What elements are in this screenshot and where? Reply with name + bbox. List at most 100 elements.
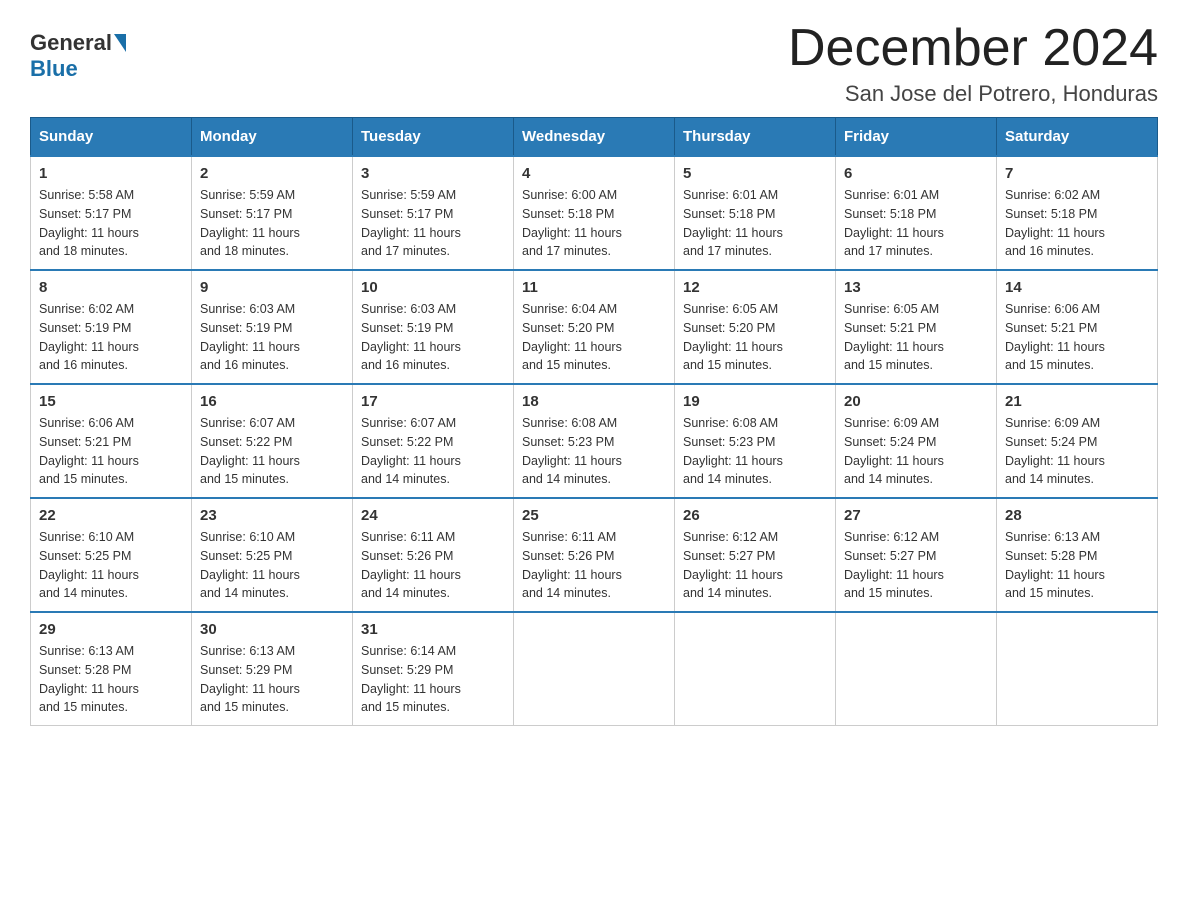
calendar-week-row: 15 Sunrise: 6:06 AMSunset: 5:21 PMDaylig…: [31, 384, 1158, 498]
table-row: 18 Sunrise: 6:08 AMSunset: 5:23 PMDaylig…: [514, 384, 675, 498]
table-row: 15 Sunrise: 6:06 AMSunset: 5:21 PMDaylig…: [31, 384, 192, 498]
day-number: 28: [1005, 507, 1149, 524]
day-number: 16: [200, 393, 344, 410]
table-row: 23 Sunrise: 6:10 AMSunset: 5:25 PMDaylig…: [192, 498, 353, 612]
day-number: 21: [1005, 393, 1149, 410]
day-number: 26: [683, 507, 827, 524]
day-info: Sunrise: 6:05 AMSunset: 5:21 PMDaylight:…: [844, 300, 988, 375]
calendar-week-row: 8 Sunrise: 6:02 AMSunset: 5:19 PMDayligh…: [31, 270, 1158, 384]
day-number: 17: [361, 393, 505, 410]
table-row: [836, 612, 997, 726]
table-row: 9 Sunrise: 6:03 AMSunset: 5:19 PMDayligh…: [192, 270, 353, 384]
calendar-week-row: 29 Sunrise: 6:13 AMSunset: 5:28 PMDaylig…: [31, 612, 1158, 726]
table-row: 7 Sunrise: 6:02 AMSunset: 5:18 PMDayligh…: [997, 156, 1158, 270]
table-row: 30 Sunrise: 6:13 AMSunset: 5:29 PMDaylig…: [192, 612, 353, 726]
day-info: Sunrise: 6:11 AMSunset: 5:26 PMDaylight:…: [522, 528, 666, 603]
day-info: Sunrise: 6:13 AMSunset: 5:29 PMDaylight:…: [200, 642, 344, 717]
table-row: 6 Sunrise: 6:01 AMSunset: 5:18 PMDayligh…: [836, 156, 997, 270]
day-info: Sunrise: 6:03 AMSunset: 5:19 PMDaylight:…: [361, 300, 505, 375]
col-saturday: Saturday: [997, 118, 1158, 157]
logo-general-text: General: [30, 30, 112, 56]
table-row: 2 Sunrise: 5:59 AMSunset: 5:17 PMDayligh…: [192, 156, 353, 270]
day-info: Sunrise: 5:59 AMSunset: 5:17 PMDaylight:…: [361, 186, 505, 261]
day-info: Sunrise: 6:14 AMSunset: 5:29 PMDaylight:…: [361, 642, 505, 717]
logo-arrow-icon: [114, 34, 126, 52]
day-number: 27: [844, 507, 988, 524]
table-row: 8 Sunrise: 6:02 AMSunset: 5:19 PMDayligh…: [31, 270, 192, 384]
table-row: 29 Sunrise: 6:13 AMSunset: 5:28 PMDaylig…: [31, 612, 192, 726]
table-row: 4 Sunrise: 6:00 AMSunset: 5:18 PMDayligh…: [514, 156, 675, 270]
day-info: Sunrise: 6:03 AMSunset: 5:19 PMDaylight:…: [200, 300, 344, 375]
col-sunday: Sunday: [31, 118, 192, 157]
table-row: 17 Sunrise: 6:07 AMSunset: 5:22 PMDaylig…: [353, 384, 514, 498]
table-row: 24 Sunrise: 6:11 AMSunset: 5:26 PMDaylig…: [353, 498, 514, 612]
day-number: 22: [39, 507, 183, 524]
day-number: 10: [361, 279, 505, 296]
day-number: 25: [522, 507, 666, 524]
day-info: Sunrise: 6:09 AMSunset: 5:24 PMDaylight:…: [844, 414, 988, 489]
table-row: [997, 612, 1158, 726]
col-friday: Friday: [836, 118, 997, 157]
day-number: 4: [522, 165, 666, 182]
day-number: 29: [39, 621, 183, 638]
day-info: Sunrise: 6:05 AMSunset: 5:20 PMDaylight:…: [683, 300, 827, 375]
logo-blue-text: Blue: [30, 56, 78, 81]
table-row: 10 Sunrise: 6:03 AMSunset: 5:19 PMDaylig…: [353, 270, 514, 384]
day-number: 15: [39, 393, 183, 410]
day-info: Sunrise: 6:01 AMSunset: 5:18 PMDaylight:…: [844, 186, 988, 261]
page-header: General Blue December 2024 San Jose del …: [30, 20, 1158, 107]
day-number: 7: [1005, 165, 1149, 182]
day-info: Sunrise: 6:12 AMSunset: 5:27 PMDaylight:…: [683, 528, 827, 603]
calendar-header-row: Sunday Monday Tuesday Wednesday Thursday…: [31, 118, 1158, 157]
table-row: 5 Sunrise: 6:01 AMSunset: 5:18 PMDayligh…: [675, 156, 836, 270]
day-number: 13: [844, 279, 988, 296]
day-info: Sunrise: 5:59 AMSunset: 5:17 PMDaylight:…: [200, 186, 344, 261]
day-number: 24: [361, 507, 505, 524]
day-number: 3: [361, 165, 505, 182]
table-row: 27 Sunrise: 6:12 AMSunset: 5:27 PMDaylig…: [836, 498, 997, 612]
table-row: [675, 612, 836, 726]
day-info: Sunrise: 6:08 AMSunset: 5:23 PMDaylight:…: [522, 414, 666, 489]
table-row: [514, 612, 675, 726]
table-row: 3 Sunrise: 5:59 AMSunset: 5:17 PMDayligh…: [353, 156, 514, 270]
day-number: 6: [844, 165, 988, 182]
col-thursday: Thursday: [675, 118, 836, 157]
day-info: Sunrise: 6:10 AMSunset: 5:25 PMDaylight:…: [39, 528, 183, 603]
month-title: December 2024: [788, 20, 1158, 77]
calendar-table: Sunday Monday Tuesday Wednesday Thursday…: [30, 117, 1158, 726]
day-info: Sunrise: 6:08 AMSunset: 5:23 PMDaylight:…: [683, 414, 827, 489]
day-info: Sunrise: 6:09 AMSunset: 5:24 PMDaylight:…: [1005, 414, 1149, 489]
day-number: 18: [522, 393, 666, 410]
table-row: 11 Sunrise: 6:04 AMSunset: 5:20 PMDaylig…: [514, 270, 675, 384]
day-number: 11: [522, 279, 666, 296]
table-row: 31 Sunrise: 6:14 AMSunset: 5:29 PMDaylig…: [353, 612, 514, 726]
day-number: 8: [39, 279, 183, 296]
col-tuesday: Tuesday: [353, 118, 514, 157]
day-number: 1: [39, 165, 183, 182]
day-number: 12: [683, 279, 827, 296]
day-number: 5: [683, 165, 827, 182]
table-row: 12 Sunrise: 6:05 AMSunset: 5:20 PMDaylig…: [675, 270, 836, 384]
day-number: 30: [200, 621, 344, 638]
day-info: Sunrise: 6:06 AMSunset: 5:21 PMDaylight:…: [39, 414, 183, 489]
table-row: 22 Sunrise: 6:10 AMSunset: 5:25 PMDaylig…: [31, 498, 192, 612]
table-row: 28 Sunrise: 6:13 AMSunset: 5:28 PMDaylig…: [997, 498, 1158, 612]
day-info: Sunrise: 6:06 AMSunset: 5:21 PMDaylight:…: [1005, 300, 1149, 375]
day-info: Sunrise: 6:07 AMSunset: 5:22 PMDaylight:…: [200, 414, 344, 489]
table-row: 21 Sunrise: 6:09 AMSunset: 5:24 PMDaylig…: [997, 384, 1158, 498]
day-info: Sunrise: 6:10 AMSunset: 5:25 PMDaylight:…: [200, 528, 344, 603]
table-row: 1 Sunrise: 5:58 AMSunset: 5:17 PMDayligh…: [31, 156, 192, 270]
day-info: Sunrise: 6:02 AMSunset: 5:18 PMDaylight:…: [1005, 186, 1149, 261]
table-row: 13 Sunrise: 6:05 AMSunset: 5:21 PMDaylig…: [836, 270, 997, 384]
day-number: 14: [1005, 279, 1149, 296]
day-number: 23: [200, 507, 344, 524]
table-row: 19 Sunrise: 6:08 AMSunset: 5:23 PMDaylig…: [675, 384, 836, 498]
day-info: Sunrise: 5:58 AMSunset: 5:17 PMDaylight:…: [39, 186, 183, 261]
location-title: San Jose del Potrero, Honduras: [788, 81, 1158, 107]
calendar-week-row: 1 Sunrise: 5:58 AMSunset: 5:17 PMDayligh…: [31, 156, 1158, 270]
logo: General Blue: [30, 30, 128, 82]
day-info: Sunrise: 6:02 AMSunset: 5:19 PMDaylight:…: [39, 300, 183, 375]
table-row: 14 Sunrise: 6:06 AMSunset: 5:21 PMDaylig…: [997, 270, 1158, 384]
col-wednesday: Wednesday: [514, 118, 675, 157]
table-row: 25 Sunrise: 6:11 AMSunset: 5:26 PMDaylig…: [514, 498, 675, 612]
